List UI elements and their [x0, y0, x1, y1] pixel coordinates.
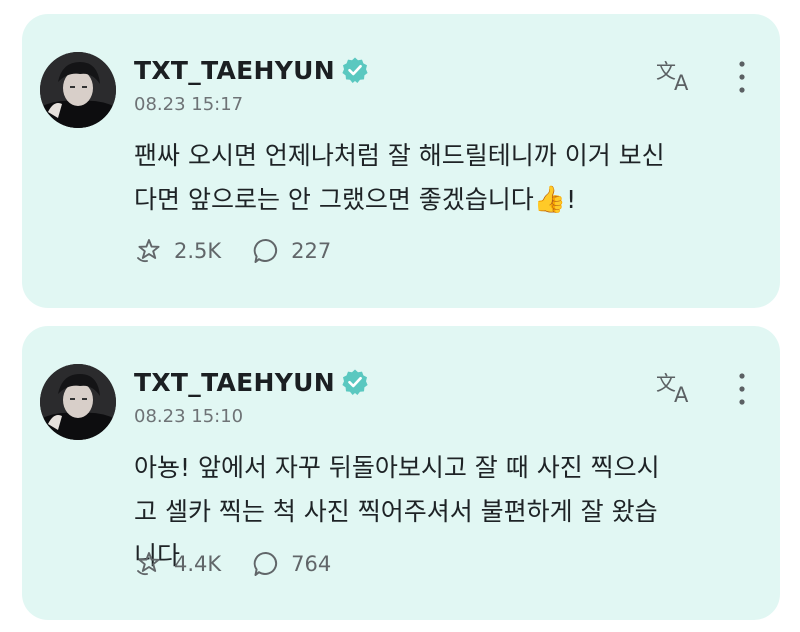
avatar[interactable]	[40, 364, 116, 440]
post-stats: 2.5K 227	[134, 236, 331, 266]
like-button[interactable]: 2.5K	[134, 236, 221, 266]
username[interactable]: TXT_TAEHYUN	[134, 368, 335, 397]
post-body-line: 다면 앞으로는 안 그랬으면 좋겠습니다👍!	[134, 178, 759, 222]
translate-icon[interactable]: 文 A	[656, 370, 696, 406]
timestamp: 08.23 15:10	[134, 406, 244, 427]
like-button[interactable]: 4.4K	[134, 549, 221, 579]
comment-button[interactable]: 764	[251, 549, 331, 579]
translate-icon[interactable]: 文 A	[656, 58, 696, 94]
comment-icon	[253, 551, 278, 576]
avatar[interactable]	[40, 52, 116, 128]
comment-button[interactable]: 227	[251, 236, 331, 266]
username[interactable]: TXT_TAEHYUN	[134, 56, 335, 85]
like-icon	[137, 552, 160, 576]
post-body: 팬싸 오시면 언제나처럼 잘 해드릴테니까 이거 보신 다면 앞으로는 안 그랬…	[134, 134, 759, 222]
post-body-text: 다면 앞으로는 안 그랬으면 좋겠습니다	[134, 185, 534, 214]
timestamp: 08.23 15:17	[134, 94, 244, 115]
post-body-line: 팬싸 오시면 언제나처럼 잘 해드릴테니까 이거 보신	[134, 141, 665, 170]
svg-text:文: 文	[656, 371, 676, 395]
like-count: 2.5K	[174, 239, 222, 263]
verified-badge-icon	[342, 57, 368, 83]
post-body-text: !	[566, 185, 577, 214]
post-body-line: 고 셀카 찍는 척 사진 찍어주셔서 불편하게 잘 왔습	[134, 497, 658, 526]
comment-count: 227	[291, 239, 332, 263]
like-count: 4.4K	[174, 552, 222, 576]
svg-text:A: A	[674, 383, 689, 406]
verified-badge-icon	[342, 369, 368, 395]
svg-text:A: A	[674, 71, 689, 94]
post-stats: 4.4K 764	[134, 549, 331, 579]
post-card[interactable]: TXT_TAEHYUN 08.23 15:10 文 A 아뇽! 앞에서 자꾸 뒤…	[22, 326, 780, 620]
more-vertical-icon[interactable]	[732, 58, 752, 96]
comment-icon	[253, 238, 278, 263]
like-icon	[137, 239, 160, 263]
comment-count: 764	[291, 552, 332, 576]
more-vertical-icon[interactable]	[732, 370, 752, 408]
post-card[interactable]: TXT_TAEHYUN 08.23 15:17 文 A 팬싸 오시면 언제나처럼…	[22, 14, 780, 308]
thumbs-up-emoji: 👍	[533, 185, 567, 215]
svg-text:文: 文	[656, 59, 676, 83]
post-body-line: 아뇽! 앞에서 자꾸 뒤돌아보시고 잘 때 사진 찍으시	[134, 453, 660, 482]
